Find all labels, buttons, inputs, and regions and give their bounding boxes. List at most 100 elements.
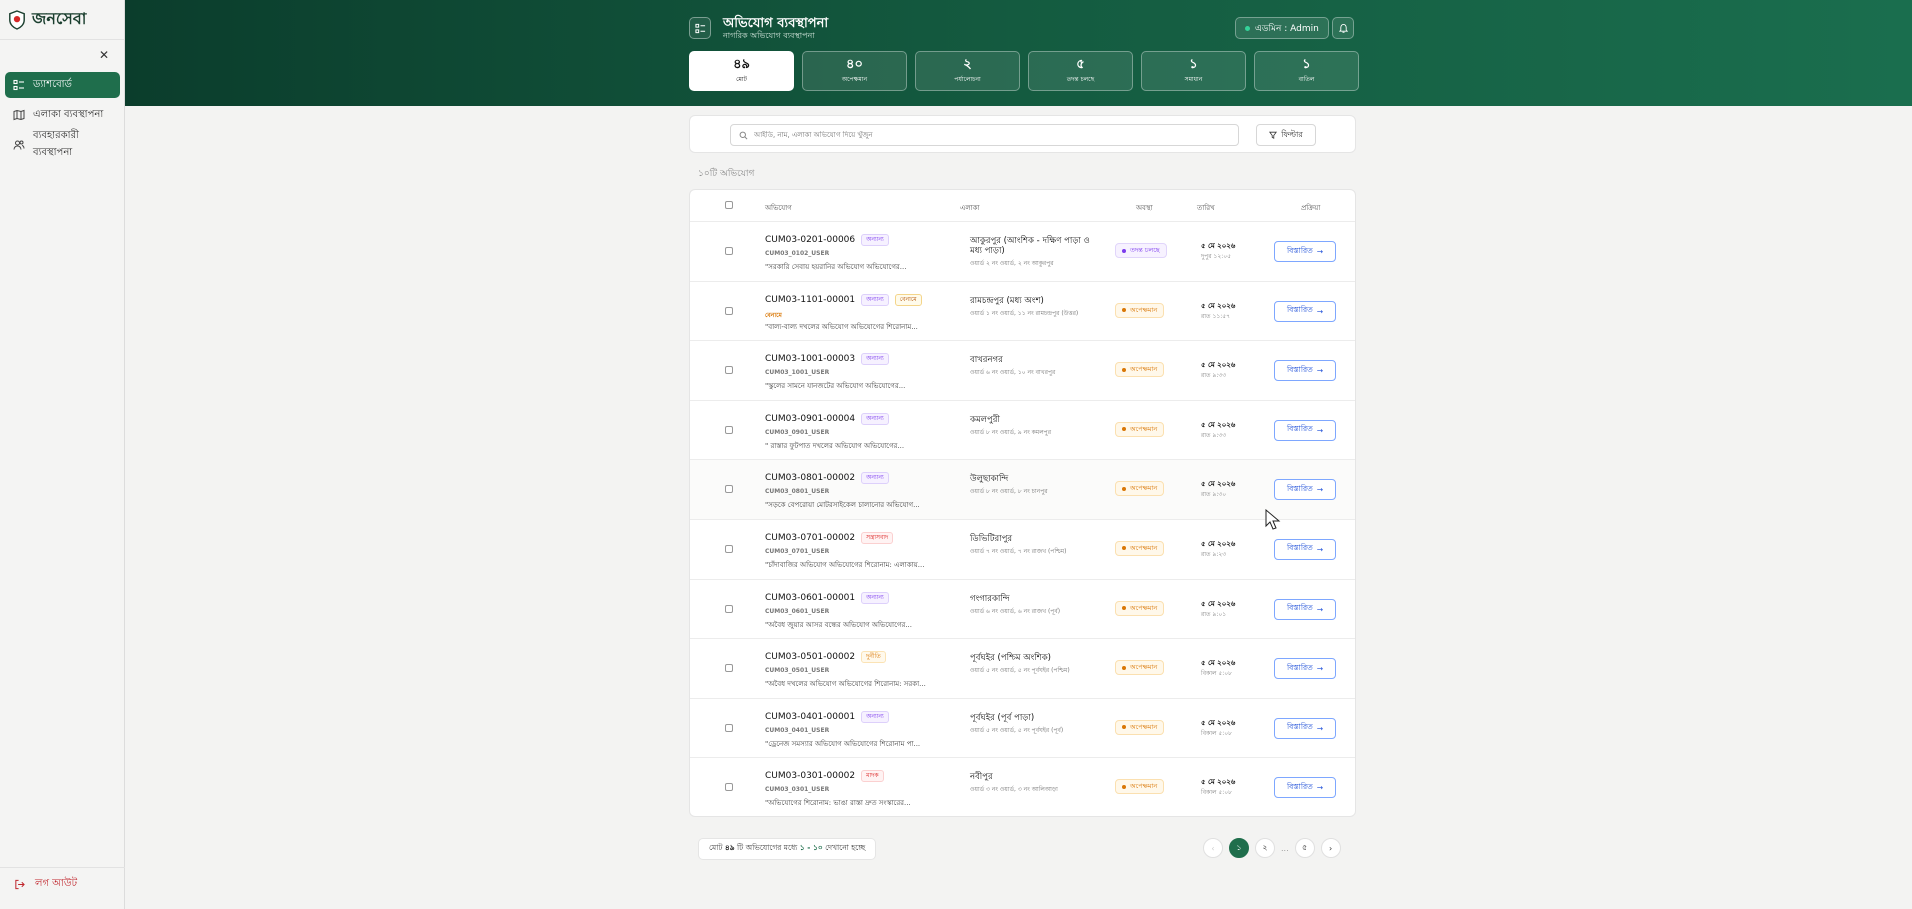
- arrow-right-icon: →: [1316, 366, 1324, 376]
- complaint-description: "ড্রেনেজ সমস্যার অভিযোগ অভিযোগের শিরোনাম…: [765, 739, 921, 748]
- next-page-button[interactable]: ›: [1320, 838, 1341, 858]
- table-row[interactable]: CUM03-1001-00003 অন্যান্য CUM03_1001_USER…: [690, 341, 1355, 401]
- area-name: পূর্বঘইর (পশ্চিম অংশিক): [970, 653, 1051, 664]
- status-dot-icon: [1122, 546, 1126, 551]
- complaint-id: CUM03-1101-00001: [765, 294, 856, 305]
- details-button[interactable]: বিস্তারিত →: [1274, 598, 1336, 620]
- stat-label: অপেক্ষমান: [841, 75, 868, 83]
- details-button[interactable]: বিস্তারিত →: [1274, 300, 1336, 322]
- row-checkbox[interactable]: [725, 544, 733, 553]
- table-row[interactable]: CUM03-0401-00001 অন্যান্য CUM03_0401_USER…: [690, 699, 1355, 759]
- details-button[interactable]: বিস্তারিত →: [1274, 241, 1336, 262]
- details-label: বিস্তারিত: [1286, 781, 1313, 791]
- area-ward: ওয়ার্ড ৮ নং ওয়ার্ড, ৯ নং কমলপুর: [970, 428, 1052, 436]
- details-button[interactable]: বিস্তারিত →: [1274, 717, 1336, 739]
- sidebar-item-dashboard[interactable]: ড্যাশবোর্ড: [5, 72, 120, 98]
- status-label: অপেক্ষমান: [1130, 305, 1158, 314]
- complaint-id-cell: CUM03-0401-00001 অন্যান্য: [765, 710, 889, 723]
- complaint-id-cell: CUM03-0301-00002 মাদক: [765, 770, 884, 783]
- table-row[interactable]: CUM03-0201-00006 অন্যান্য CUM03_0102_USER…: [690, 222, 1355, 282]
- col-header-date: তারিখ: [1197, 204, 1215, 212]
- notification-button[interactable]: [1332, 17, 1354, 39]
- details-button[interactable]: বিস্তারিত →: [1274, 658, 1336, 680]
- details-button[interactable]: বিস্তারিত →: [1274, 419, 1336, 441]
- close-sidebar-icon[interactable]: ✕: [99, 48, 109, 62]
- area-ward: ওয়ার্ড ৮ নং ওয়ার্ড, ৮ নং চানপুর: [970, 488, 1048, 496]
- row-checkbox[interactable]: [725, 783, 733, 792]
- row-checkbox[interactable]: [725, 723, 733, 732]
- stat-pending[interactable]: ৪০ অপেক্ষমান: [802, 51, 907, 91]
- sidebar-item-user-management[interactable]: ব্যবহারকারী ব্যবস্থাপনা: [5, 130, 120, 158]
- sidebar-item-area-management[interactable]: এলাকা ব্যবস্থাপনা: [5, 102, 120, 128]
- status-dot-icon: [1122, 427, 1126, 432]
- complaint-id-cell: CUM03-0801-00002 অন্যান্য: [765, 472, 889, 485]
- page-button-2[interactable]: ২: [1255, 838, 1275, 858]
- area-ward: ওয়ার্ড ৫ নং ওয়ার্ড, ৫ নং পূর্বঘইর (পশ্…: [970, 667, 1070, 675]
- row-checkbox[interactable]: [725, 306, 733, 315]
- complaint-description: "অবৈধ জুয়ার আসর বন্ধের অভিযোগ অভিযোগের.…: [765, 620, 913, 629]
- row-checkbox[interactable]: [725, 604, 733, 613]
- details-label: বিস্তারিত: [1286, 424, 1313, 434]
- page-subtitle: নাগরিক অভিযোগ ব্যবস্থাপনা: [723, 31, 815, 40]
- details-button[interactable]: বিস্তারিত →: [1274, 777, 1336, 799]
- area-cell: রামচন্দ্রপুর (মধ্য অংশ) ওয়ার্ড ১ নং ওয়…: [970, 296, 1100, 319]
- complaint-time: রাত ৯:০১: [1201, 610, 1227, 618]
- complaint-id: CUM03-1001-00003: [765, 354, 856, 365]
- col-header-complaint: অভিযোগ: [765, 204, 792, 212]
- details-button[interactable]: বিস্তারিত →: [1274, 479, 1336, 501]
- complaint-user: CUM03_0701_USER: [765, 547, 830, 555]
- details-button[interactable]: বিস্তারিত →: [1274, 360, 1336, 382]
- bell-icon: [1338, 23, 1348, 33]
- table-row[interactable]: CUM03-0701-00002 সন্ত্রাসবাদ CUM03_0701_U…: [690, 520, 1355, 580]
- table-row[interactable]: CUM03-1101-00001 অন্যান্য বেনামে বেনামে "ব…: [690, 282, 1355, 342]
- row-checkbox[interactable]: [725, 247, 733, 255]
- area-cell: কমলপুরী ওয়ার্ড ৮ নং ওয়ার্ড, ৯ নং কমলপু…: [970, 415, 1100, 438]
- logout-button[interactable]: লগ আউট: [0, 867, 125, 901]
- table-row[interactable]: CUM03-0801-00002 অন্যান্য CUM03_0801_USER…: [690, 460, 1355, 520]
- menu-toggle-button[interactable]: [689, 17, 711, 39]
- row-checkbox[interactable]: [725, 366, 733, 375]
- table-row[interactable]: CUM03-0501-00002 দুর্নীতি CUM03_0501_USER…: [690, 639, 1355, 699]
- stat-cancelled[interactable]: ১ বাতিল: [1254, 51, 1359, 91]
- sidebar: জনসেবা ✕ ড্যাশবোর্ড এলাকা ব্যবস্থাপনা ব্…: [0, 0, 125, 909]
- search-box[interactable]: [730, 124, 1239, 146]
- complaint-user: CUM03_0401_USER: [765, 726, 830, 734]
- admin-badge[interactable]: এডমিন : Admin: [1235, 17, 1329, 39]
- filter-button[interactable]: ফিল্টার: [1256, 124, 1316, 146]
- row-checkbox[interactable]: [725, 485, 733, 494]
- filter-icon: [1269, 131, 1278, 139]
- brand-name: জনসেবা: [32, 9, 87, 28]
- area-ward: ওয়ার্ড ১ নং ওয়ার্ড, ১১ নং রামচন্দ্রপুর…: [970, 309, 1079, 317]
- details-label: বিস্তারিত: [1286, 543, 1313, 553]
- complaint-description: "সড়কে বেপরোয়া মোটরসাইকেল চালানোর অভিযো…: [765, 501, 920, 510]
- mouse-cursor-icon: [1265, 509, 1281, 530]
- search-input[interactable]: [754, 131, 1234, 139]
- table-row[interactable]: CUM03-0601-00001 অন্যান্য CUM03_0601_USER…: [690, 580, 1355, 640]
- row-checkbox[interactable]: [725, 664, 733, 673]
- status-dot-icon: [1122, 784, 1126, 789]
- stats-row: ৪৯ মোট ৪০ অপেক্ষমান ২ পর্যালোচনা ৫ তদন্ত…: [689, 51, 1359, 91]
- complaint-id: CUM03-0401-00001: [765, 711, 856, 722]
- table-row[interactable]: CUM03-0901-00004 অন্যান্য CUM03_0901_USER…: [690, 401, 1355, 461]
- stat-label: মোট: [736, 75, 747, 83]
- details-button[interactable]: বিস্তারিত →: [1274, 538, 1336, 560]
- complaint-description: "সরকারি সেবায় হয়রানির অভিযোগ অভিযোগের.…: [765, 263, 907, 271]
- area-cell: পূর্বঘইর (পশ্চিম অংশিক) ওয়ার্ড ৫ নং ওয়…: [970, 653, 1100, 676]
- stat-total[interactable]: ৪৯ মোট: [689, 51, 794, 91]
- table-row[interactable]: CUM03-0301-00002 মাদক CUM03_0301_USER "অভ…: [690, 758, 1355, 816]
- prev-page-button[interactable]: ‹: [1203, 838, 1223, 858]
- row-checkbox[interactable]: [725, 425, 733, 434]
- page-button-1[interactable]: ১: [1229, 838, 1249, 858]
- stat-review[interactable]: ২ পর্যালোচনা: [915, 51, 1020, 91]
- stat-investigating[interactable]: ৫ তদন্ত চলছে: [1028, 51, 1133, 91]
- area-cell: ডিভিটিরাপুর ওয়ার্ড ৭ নং ওয়ার্ড, ৭ নং র…: [970, 534, 1100, 557]
- status-badge: অপেক্ষমান: [1115, 660, 1165, 676]
- category-tag: মাদক: [861, 770, 884, 783]
- page-button-5[interactable]: ৫: [1294, 838, 1315, 858]
- col-header-action: প্রক্রিয়া: [1301, 204, 1321, 212]
- stat-resolved[interactable]: ১ সমাধান: [1141, 51, 1246, 91]
- select-all-checkbox[interactable]: [725, 201, 733, 209]
- complaint-user: CUM03_0102_USER: [765, 250, 830, 257]
- page-ellipsis: ...: [1281, 843, 1289, 853]
- complaint-description: "চাঁদাবাজির অভিযোগ অভিযোগের শিরোনাম: এলা…: [765, 560, 925, 569]
